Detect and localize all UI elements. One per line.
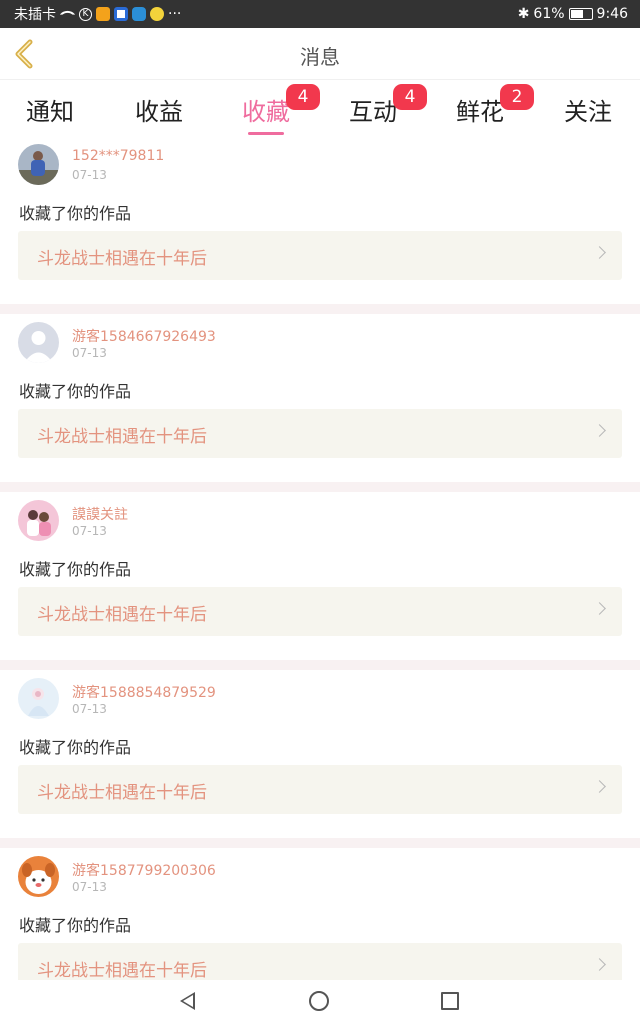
chevron-right-icon [593, 246, 606, 259]
recent-square-icon[interactable] [441, 992, 459, 1010]
k-icon: K [79, 7, 92, 21]
activity-text: 收藏了你的作品 [19, 738, 132, 757]
tab-favorites[interactable]: 收藏 4 [216, 84, 320, 127]
timestamp: 07-13 [72, 168, 107, 182]
battery-percent: 61% [533, 6, 565, 22]
work-title: 斗龙战士相遇在十年后 [37, 427, 207, 447]
username[interactable]: 游客1588854879529 [72, 682, 216, 702]
avatar[interactable] [18, 856, 59, 897]
list-item: 謨謨关註 07-13 收藏了你的作品 斗龙战士相遇在十年后 [0, 492, 640, 660]
chevron-right-icon [593, 958, 606, 971]
back-triangle-icon[interactable] [180, 992, 195, 1010]
app-icon-browser [132, 7, 146, 21]
avatar[interactable] [18, 144, 59, 185]
header: 消息 [0, 28, 640, 80]
avatar[interactable] [18, 322, 59, 363]
activity-text: 收藏了你的作品 [19, 382, 132, 401]
tab-interact[interactable]: 互动 4 [323, 84, 427, 127]
app-icon-yellow [150, 7, 164, 21]
divider [0, 660, 640, 670]
username[interactable]: 152***79811 [72, 148, 164, 164]
divider [0, 838, 640, 848]
unread-badge: 4 [286, 84, 320, 110]
bluetooth-icon: ✱ [517, 6, 530, 22]
tab-label: 通知 [26, 98, 74, 126]
work-link[interactable]: 斗龙战士相遇在十年后 [18, 231, 622, 280]
work-title: 斗龙战士相遇在十年后 [37, 605, 207, 625]
tab-label: 关注 [564, 98, 612, 126]
timestamp: 07-13 [72, 880, 107, 894]
tab-flowers[interactable]: 鲜花 2 [430, 84, 534, 127]
divider [0, 482, 640, 492]
tab-label: 鲜花 [456, 98, 504, 126]
tab-label: 收益 [135, 98, 183, 126]
tab-label: 互动 [349, 98, 397, 126]
activity-text: 收藏了你的作品 [19, 204, 132, 223]
avatar[interactable] [18, 500, 59, 541]
list-item: 游客1588854879529 07-13 收藏了你的作品 斗龙战士相遇在十年后 [0, 670, 640, 838]
favorites-list[interactable]: 152***79811 07-13 收藏了你的作品 斗龙战士相遇在十年后 游客1… [0, 136, 640, 980]
chevron-right-icon [593, 602, 606, 615]
status-bar: 未插卡 K ··· ✱ 61% 9:46 [0, 0, 640, 28]
username[interactable]: 游客1584667926493 [72, 326, 216, 346]
work-link[interactable]: 斗龙战士相遇在十年后 [18, 765, 622, 814]
carrier-text: 未插卡 [14, 7, 56, 23]
timestamp: 07-13 [72, 346, 107, 360]
app-icon-orange [96, 7, 110, 21]
tab-notify[interactable]: 通知 [0, 92, 100, 127]
avatar[interactable] [18, 678, 59, 719]
work-link[interactable]: 斗龙战士相遇在十年后 [18, 943, 622, 980]
app-icon-blue [114, 7, 128, 21]
work-title: 斗龙战士相遇在十年后 [37, 783, 207, 803]
work-link[interactable]: 斗龙战士相遇在十年后 [18, 587, 622, 636]
activity-text: 收藏了你的作品 [19, 916, 132, 935]
divider [0, 304, 640, 314]
tab-follow[interactable]: 关注 [538, 92, 638, 127]
wifi-icon [59, 6, 76, 22]
system-nav-bar [0, 980, 640, 1024]
active-tab-indicator [248, 132, 284, 135]
chevron-right-icon [593, 780, 606, 793]
unread-badge: 4 [393, 84, 427, 110]
username[interactable]: 游客1587799200306 [72, 860, 216, 880]
list-item: 游客1587799200306 07-13 收藏了你的作品 斗龙战士相遇在十年后 [0, 848, 640, 980]
work-link[interactable]: 斗龙战士相遇在十年后 [18, 409, 622, 458]
timestamp: 07-13 [72, 524, 107, 538]
tab-earnings[interactable]: 收益 [109, 92, 209, 127]
more-notifications: ··· [168, 6, 182, 22]
work-title: 斗龙战士相遇在十年后 [37, 249, 207, 269]
page-title: 消息 [300, 45, 340, 69]
battery-icon [568, 8, 593, 20]
username[interactable]: 謨謨关註 [72, 504, 128, 524]
activity-text: 收藏了你的作品 [19, 560, 132, 579]
chevron-right-icon [593, 424, 606, 437]
list-item: 游客1584667926493 07-13 收藏了你的作品 斗龙战士相遇在十年后 [0, 314, 640, 482]
tab-label: 收藏 [242, 98, 290, 126]
tab-bar: 通知 收益 收藏 4 互动 4 鲜花 2 关注 [0, 80, 640, 136]
work-title: 斗龙战士相遇在十年后 [37, 961, 207, 980]
home-circle-icon[interactable] [309, 991, 329, 1011]
unread-badge: 2 [500, 84, 534, 110]
timestamp: 07-13 [72, 702, 107, 716]
clock: 9:46 [596, 6, 628, 22]
list-item: 152***79811 07-13 收藏了你的作品 斗龙战士相遇在十年后 [0, 136, 640, 304]
